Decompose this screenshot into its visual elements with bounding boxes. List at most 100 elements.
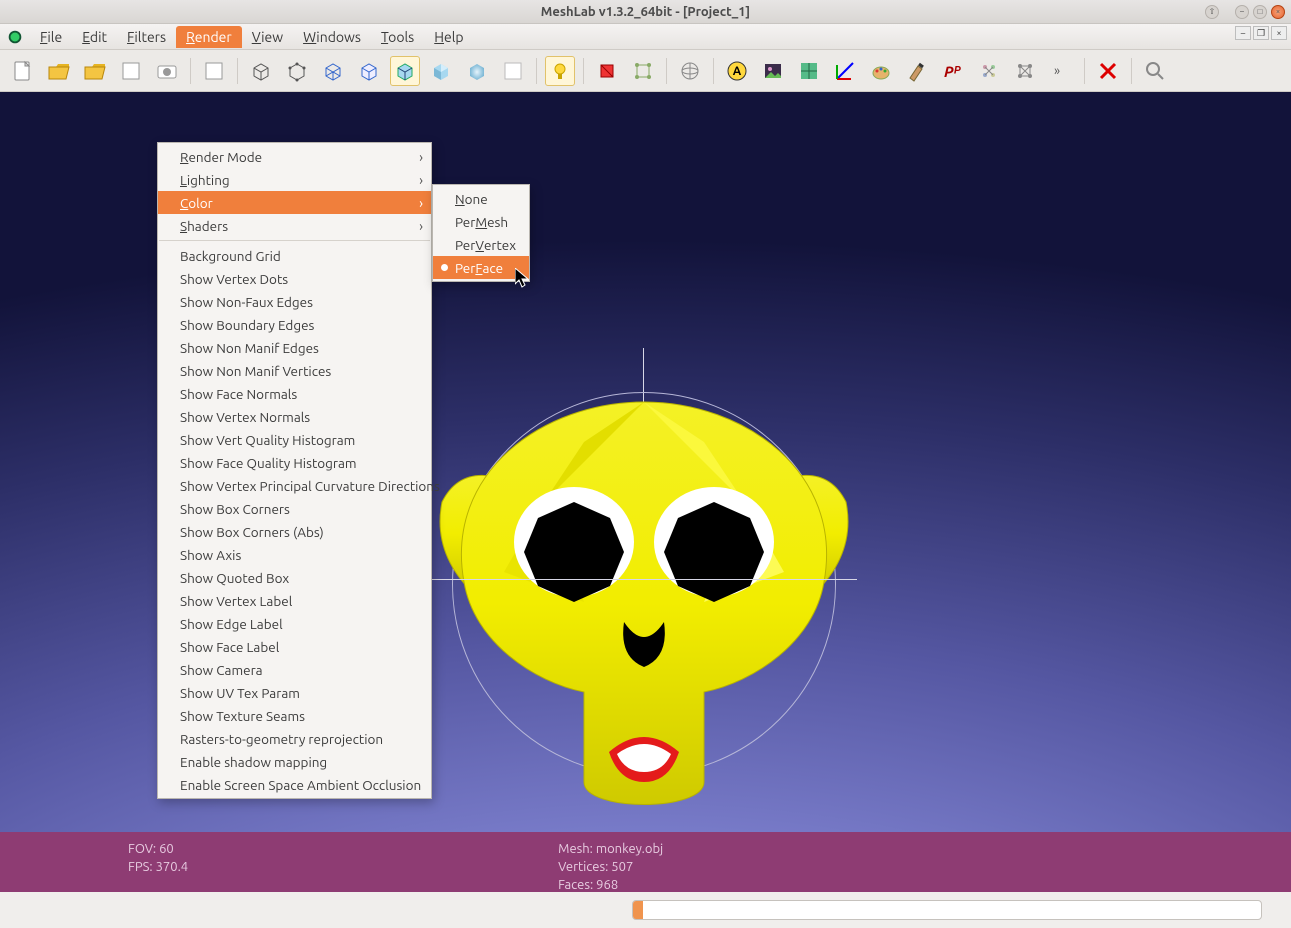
render-menu-show-quoted-box[interactable]: Show Quoted Box [158, 566, 431, 589]
menu-separator [159, 240, 430, 241]
render-menu: Render ModeLightingColorShaders Backgroun… [157, 142, 432, 799]
color-menu-none[interactable]: None [433, 187, 529, 210]
hidden-line-icon[interactable] [354, 56, 384, 86]
mdi-close-button[interactable]: × [1271, 26, 1287, 40]
render-menu-show-non-manif-edges[interactable]: Show Non Manif Edges [158, 336, 431, 359]
brush-icon[interactable] [902, 56, 932, 86]
maximize-button[interactable]: □ [1253, 5, 1267, 19]
selection-face-icon[interactable] [592, 56, 622, 86]
open-mesh[interactable] [80, 56, 110, 86]
axes-icon[interactable] [830, 56, 860, 86]
menu-windows[interactable]: Windows [293, 26, 371, 48]
toolbar-separator [713, 58, 714, 84]
image-icon[interactable] [758, 56, 788, 86]
render-menu-show-uv-tex-param[interactable]: Show UV Tex Param [158, 681, 431, 704]
menu-items: FileEditFiltersRenderViewWindowsToolsHel… [30, 26, 474, 48]
cluster-icon[interactable] [974, 56, 1004, 86]
render-menu-enable-screen-space-ambient-occlusion[interactable]: Enable Screen Space Ambient Occlusion [158, 773, 431, 796]
render-menu-show-vert-quality-histogram[interactable]: Show Vert Quality Histogram [158, 428, 431, 451]
render-menu-show-vertex-normals[interactable]: Show Vertex Normals [158, 405, 431, 428]
wire-icon[interactable] [318, 56, 348, 86]
color-menu-per-mesh[interactable]: Per Mesh [433, 210, 529, 233]
smooth-icon[interactable] [462, 56, 492, 86]
texture-icon[interactable] [498, 56, 528, 86]
color-menu-per-face[interactable]: Per Face [433, 256, 529, 279]
progress-chunk [633, 901, 643, 919]
menu-bar: FileEditFiltersRenderViewWindowsToolsHel… [0, 24, 1291, 50]
status-vertices: Vertices: 507 [558, 858, 663, 876]
menu-help[interactable]: Help [424, 26, 473, 48]
show-layers[interactable] [199, 56, 229, 86]
painter-icon[interactable] [866, 56, 896, 86]
svg-text:»: » [1054, 64, 1060, 78]
render-menu-show-axis[interactable]: Show Axis [158, 543, 431, 566]
render-menu-render-mode[interactable]: Render Mode [158, 145, 431, 168]
selection-vert-icon[interactable] [628, 56, 658, 86]
menu-render[interactable]: Render [176, 26, 242, 48]
toolbar-separator [1084, 58, 1085, 84]
delete-icon[interactable] [1093, 56, 1123, 86]
svg-text:Pᴾ: Pᴾ [944, 63, 961, 80]
viewport-3d[interactable]: Render ModeLightingColorShaders Backgroun… [0, 92, 1291, 832]
render-menu-show-edge-label[interactable]: Show Edge Label [158, 612, 431, 635]
render-menu-show-boundary-edges[interactable]: Show Boundary Edges [158, 313, 431, 336]
mesh-render [424, 382, 864, 822]
expand-icon[interactable]: » [1046, 56, 1076, 86]
window-title: MeshLab v1.3.2_64bit - [Project_1] [541, 5, 750, 19]
render-menu-show-vertex-dots[interactable]: Show Vertex Dots [158, 267, 431, 290]
menu-edit[interactable]: Edit [72, 26, 117, 48]
close-button[interactable]: × [1271, 5, 1285, 19]
texture-tool-icon[interactable] [794, 56, 824, 86]
render-menu-show-vertex-label[interactable]: Show Vertex Label [158, 589, 431, 612]
render-menu-show-box-corners[interactable]: Show Box Corners [158, 497, 431, 520]
menu-view[interactable]: View [242, 26, 293, 48]
mdi-restore-button[interactable]: ❐ [1253, 26, 1269, 40]
color-menu-per-vertex[interactable]: Per Vertex [433, 233, 529, 256]
bbox-icon[interactable] [246, 56, 276, 86]
render-menu-rasters-to-geometry-reprojection[interactable]: Rasters-to-geometry reprojection [158, 727, 431, 750]
roll-up-button[interactable]: ⇧ [1205, 5, 1219, 19]
render-menu-show-box-corners-abs-[interactable]: Show Box Corners (Abs) [158, 520, 431, 543]
render-menu-show-camera[interactable]: Show Camera [158, 658, 431, 681]
render-menu-show-vertex-principal-curvature-directions[interactable]: Show Vertex Principal Curvature Directio… [158, 474, 431, 497]
flat-lines-icon[interactable] [390, 56, 420, 86]
os-titlebar: MeshLab v1.3.2_64bit - [Project_1] – □ ×… [0, 0, 1291, 24]
toolbar-separator [583, 58, 584, 84]
annotation-icon[interactable]: A [722, 56, 752, 86]
render-menu-show-face-quality-histogram[interactable]: Show Face Quality Histogram [158, 451, 431, 474]
main-toolbar: A Pᴾ » [0, 50, 1291, 92]
light-icon[interactable] [545, 56, 575, 86]
graph-icon[interactable] [1010, 56, 1040, 86]
render-menu-lighting[interactable]: Lighting [158, 168, 431, 191]
render-menu-enable-shadow-mapping[interactable]: Enable shadow mapping [158, 750, 431, 773]
new-project[interactable] [8, 56, 38, 86]
menu-file[interactable]: File [30, 26, 72, 48]
svg-text:A: A [733, 65, 742, 78]
render-menu-color[interactable]: Color [158, 191, 431, 214]
menu-tools[interactable]: Tools [371, 26, 424, 48]
render-menu-show-texture-seams[interactable]: Show Texture Seams [158, 704, 431, 727]
globe-icon[interactable] [675, 56, 705, 86]
open-project[interactable] [44, 56, 74, 86]
minimize-button[interactable]: – [1235, 5, 1249, 19]
status-bar: FOV: 60 FPS: 370.4 Mesh: monkey.obj Vert… [0, 832, 1291, 892]
render-menu-show-face-normals[interactable]: Show Face Normals [158, 382, 431, 405]
save-snapshot[interactable] [152, 56, 182, 86]
render-menu-show-non-manif-vertices[interactable]: Show Non Manif Vertices [158, 359, 431, 382]
render-menu-show-face-label[interactable]: Show Face Label [158, 635, 431, 658]
status-fps: FPS: 370.4 [128, 858, 188, 876]
toolbar-separator [666, 58, 667, 84]
mdi-minimize-button[interactable]: – [1235, 26, 1251, 40]
reload[interactable] [116, 56, 146, 86]
flat-icon[interactable] [426, 56, 456, 86]
menu-filters[interactable]: Filters [117, 26, 176, 48]
status-fov: FOV: 60 [128, 840, 188, 858]
render-menu-show-non-faux-edges[interactable]: Show Non-Faux Edges [158, 290, 431, 313]
pp-icon[interactable]: Pᴾ [938, 56, 968, 86]
app-icon [6, 28, 24, 46]
render-menu-background-grid[interactable]: Background Grid [158, 244, 431, 267]
render-menu-shaders[interactable]: Shaders [158, 214, 431, 237]
points-icon[interactable] [282, 56, 312, 86]
status-left: FOV: 60 FPS: 370.4 [128, 840, 188, 884]
search-icon[interactable] [1140, 56, 1170, 86]
